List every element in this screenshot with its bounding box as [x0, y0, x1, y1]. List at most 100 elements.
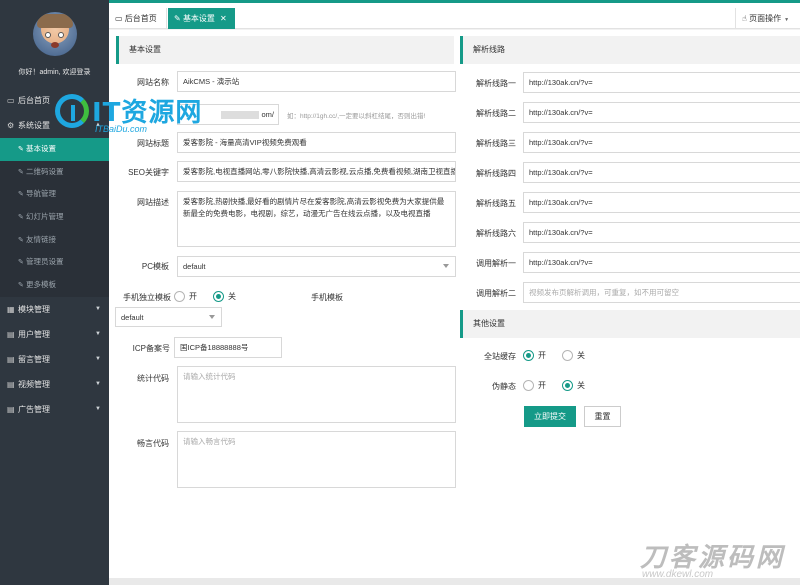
radio-label: 关	[228, 292, 236, 301]
sidebar-subitem-label: 二维码设置	[26, 166, 64, 176]
sidebar-item-system-settings[interactable]: ⚙ 系统设置 ▲	[0, 113, 109, 138]
site-name-input[interactable]: AikCMS - 演示站	[177, 71, 456, 92]
sidebar-subitem-label: 导航管理	[26, 189, 56, 199]
mobile-template-toggle-label: 手机独立模板	[123, 293, 171, 302]
pc-template-select[interactable]: default	[177, 256, 456, 277]
sidebar-nav: ▭ 后台首页 ⚙ 系统设置 ▲ ✎ 基本设置 ✎ 二维码设置 ✎ 导航管理 ✎ 幻灯片管理 …	[0, 88, 109, 422]
tab-home[interactable]: ▭ 后台首页	[109, 8, 167, 29]
radio-dot	[523, 380, 534, 392]
sidebar-item-label: 后台首页	[18, 96, 50, 105]
pen-icon: ✎	[174, 14, 183, 23]
sidebar-item-videos[interactable]: ▤ 视频管理 ▼	[0, 372, 109, 397]
parse-line-input[interactable]: http://130ak.cn/?v=	[523, 132, 800, 153]
tab-basic-settings[interactable]: ✎ 基本设置 ✕	[168, 8, 235, 29]
site-title-input[interactable]: 爱客影院 - 海量高清VIP视频免费观看	[177, 132, 456, 153]
parse-line-input[interactable]: http://130ak.cn/?v=	[523, 222, 800, 243]
pen-icon: ✎	[18, 236, 24, 244]
sidebar-item-users[interactable]: ▤ 用户管理 ▼	[0, 322, 109, 347]
section-title: 解析线路	[473, 45, 505, 54]
section-title: 其他设置	[473, 319, 505, 328]
radio-label: 关	[577, 381, 585, 390]
sidebar-item-label: 留言管理	[18, 354, 50, 364]
radio-label: 开	[189, 292, 197, 301]
mobile-template-select[interactable]: default	[115, 307, 222, 327]
site-name-label: 网站名称	[137, 78, 169, 87]
cache-on-radio[interactable]: 开	[523, 350, 546, 362]
radio-label: 关	[577, 351, 585, 360]
main-content: 基本设置 网站名称 AikCMS - 演示站 om/ 如：http://1gh.…	[109, 30, 800, 578]
parse-line-label: 解析线路二	[476, 109, 516, 118]
call-parse-2-input[interactable]: 视频发布页解析调用，可重复，如不用可留空	[523, 282, 800, 303]
chevron-down-icon: ▼	[95, 380, 101, 387]
pseudo-static-off-radio[interactable]: 关	[562, 380, 585, 392]
radio-label: 开	[538, 351, 546, 360]
cache-off-radio[interactable]: 关	[562, 350, 585, 362]
sidebar-subitem-qrcode[interactable]: ✎ 二维码设置	[0, 160, 109, 184]
comment-code-textarea[interactable]: 请输入畅言代码	[177, 431, 456, 488]
sidebar-subitem-label: 管理员设置	[26, 257, 64, 267]
parse-lines-header: 解析线路	[460, 36, 800, 64]
site-url-input[interactable]: om/	[177, 104, 279, 125]
mobile-template-off-radio[interactable]: 关	[213, 291, 236, 303]
sidebar-item-label: 系统设置	[18, 121, 50, 130]
parse-line-input[interactable]: http://130ak.cn/?v=	[523, 102, 800, 123]
video-icon: ▤	[7, 379, 15, 389]
radio-dot	[523, 350, 534, 362]
pen-icon: ✎	[18, 259, 24, 267]
parse-line-input[interactable]: http://130ak.cn/?v=	[523, 72, 800, 93]
mobile-template-on-radio[interactable]: 开	[174, 291, 197, 303]
stats-code-textarea[interactable]: 请输入统计代码	[177, 366, 456, 423]
grid-icon: ▦	[7, 304, 15, 314]
sidebar-subitem-templates[interactable]: ✎ 更多模板	[0, 274, 109, 297]
page-operations-button[interactable]: ☝ 页面操作 ▼	[735, 8, 800, 29]
chevron-down-icon: ▼	[95, 405, 101, 412]
sidebar-subitem-nav[interactable]: ✎ 导航管理	[0, 183, 109, 207]
sidebar: 你好！admin, 欢迎登录 ▭ 后台首页 ⚙ 系统设置 ▲ ✎ 基本设置 ✎ 二维码设…	[0, 0, 109, 585]
site-desc-label: 网站描述	[137, 198, 169, 207]
bottom-scrollbar[interactable]	[109, 578, 800, 585]
sidebar-subitem-label: 幻灯片管理	[26, 212, 64, 222]
chevron-down-icon: ▼	[784, 17, 790, 23]
site-url-hint: 如：http://1gh.cc/,一定要以斜杠结尾，否则出错!	[287, 113, 426, 120]
sidebar-subitem-admin[interactable]: ✎ 管理员设置	[0, 251, 109, 275]
seo-keywords-input[interactable]: 爱客影院,电视直播网站,零八影院快播,高清云影视,云点播,免费看视频,湖南卫视直…	[177, 161, 456, 182]
pc-template-label: PC模板	[141, 262, 169, 271]
sidebar-subitem-label: 基本设置	[26, 144, 56, 153]
pen-icon: ✎	[18, 168, 24, 176]
submit-button[interactable]: 立即提交	[524, 406, 576, 427]
stats-code-label: 统计代码	[137, 374, 169, 383]
chevron-down-icon	[209, 315, 215, 319]
sidebar-item-modules[interactable]: ▦ 模块管理 ▼	[0, 297, 109, 322]
mobile-template-value: default	[121, 313, 144, 322]
sidebar-item-label: 用户管理	[18, 329, 50, 339]
chevron-up-icon: ▲	[95, 122, 101, 128]
sidebar-item-ads[interactable]: ▤ 广告管理 ▼	[0, 397, 109, 422]
site-desc-textarea[interactable]: 爱客影院,热剧快播,最好看的剧情片尽在爱客影院,高清云影视免费为大家提供最新最全…	[177, 191, 456, 247]
monitor-icon: ▭	[7, 96, 15, 105]
sidebar-subitem-links[interactable]: ✎ 友情链接	[0, 228, 109, 252]
reset-button[interactable]: 重置	[584, 406, 621, 427]
pseudo-static-on-radio[interactable]: 开	[523, 380, 546, 392]
close-icon[interactable]: ✕	[220, 14, 227, 23]
call-parse-1-label: 调用解析一	[476, 259, 516, 268]
sidebar-subitem-slides[interactable]: ✎ 幻灯片管理	[0, 206, 109, 229]
user-icon: ▤	[7, 329, 15, 339]
radio-dot	[562, 380, 573, 392]
pen-icon: ✎	[18, 214, 24, 222]
avatar[interactable]	[33, 12, 77, 56]
call-parse-1-input[interactable]: http://130ak.cn/?v=	[523, 252, 800, 273]
parse-line-label: 解析线路一	[476, 79, 516, 88]
message-icon: ▤	[7, 354, 15, 364]
parse-line-input[interactable]: http://130ak.cn/?v=	[523, 162, 800, 183]
site-url-value: om/	[261, 110, 274, 119]
sidebar-subitem-basic[interactable]: ✎ 基本设置	[0, 138, 109, 161]
seo-keywords-label: SEO关键字	[128, 168, 169, 177]
ad-icon: ▤	[7, 404, 15, 414]
basic-settings-header: 基本设置	[116, 36, 454, 64]
sidebar-item-messages[interactable]: ▤ 留言管理 ▼	[0, 347, 109, 372]
radio-dot	[174, 291, 185, 303]
parse-line-input[interactable]: http://130ak.cn/?v=	[523, 192, 800, 213]
icp-input[interactable]: 国ICP备18888888号	[174, 337, 282, 358]
sidebar-item-home[interactable]: ▭ 后台首页	[0, 88, 109, 113]
pen-icon: ✎	[18, 146, 24, 153]
